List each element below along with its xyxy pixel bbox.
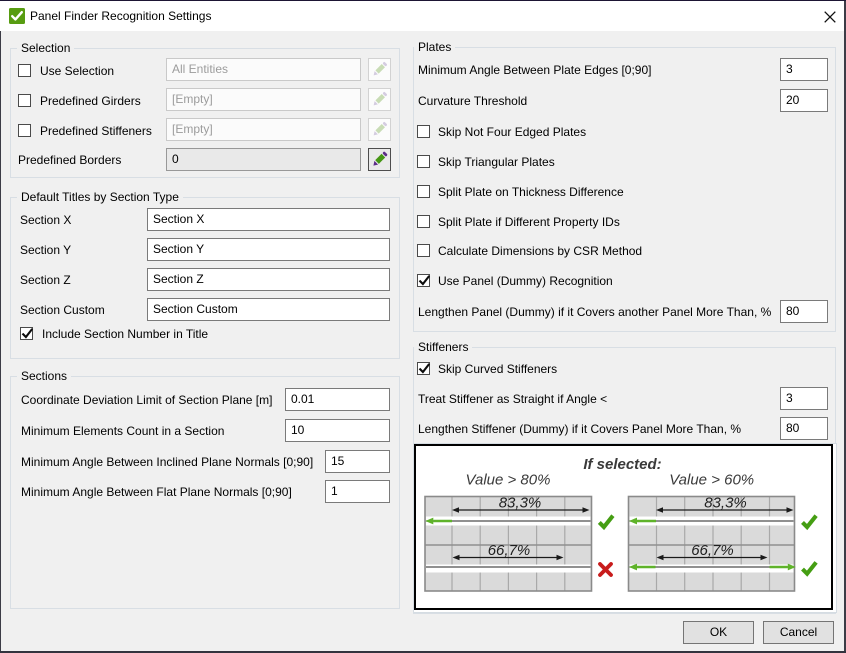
svg-text:Value > 80%: Value > 80% — [466, 472, 551, 489]
svg-text:66,7%: 66,7% — [488, 542, 531, 559]
svg-text:83,3%: 83,3% — [499, 495, 542, 512]
svg-text:If selected:: If selected: — [583, 456, 661, 473]
svg-text:66,7%: 66,7% — [691, 542, 734, 559]
svg-text:83,3%: 83,3% — [704, 495, 747, 512]
svg-text:Value > 60%: Value > 60% — [669, 472, 754, 489]
